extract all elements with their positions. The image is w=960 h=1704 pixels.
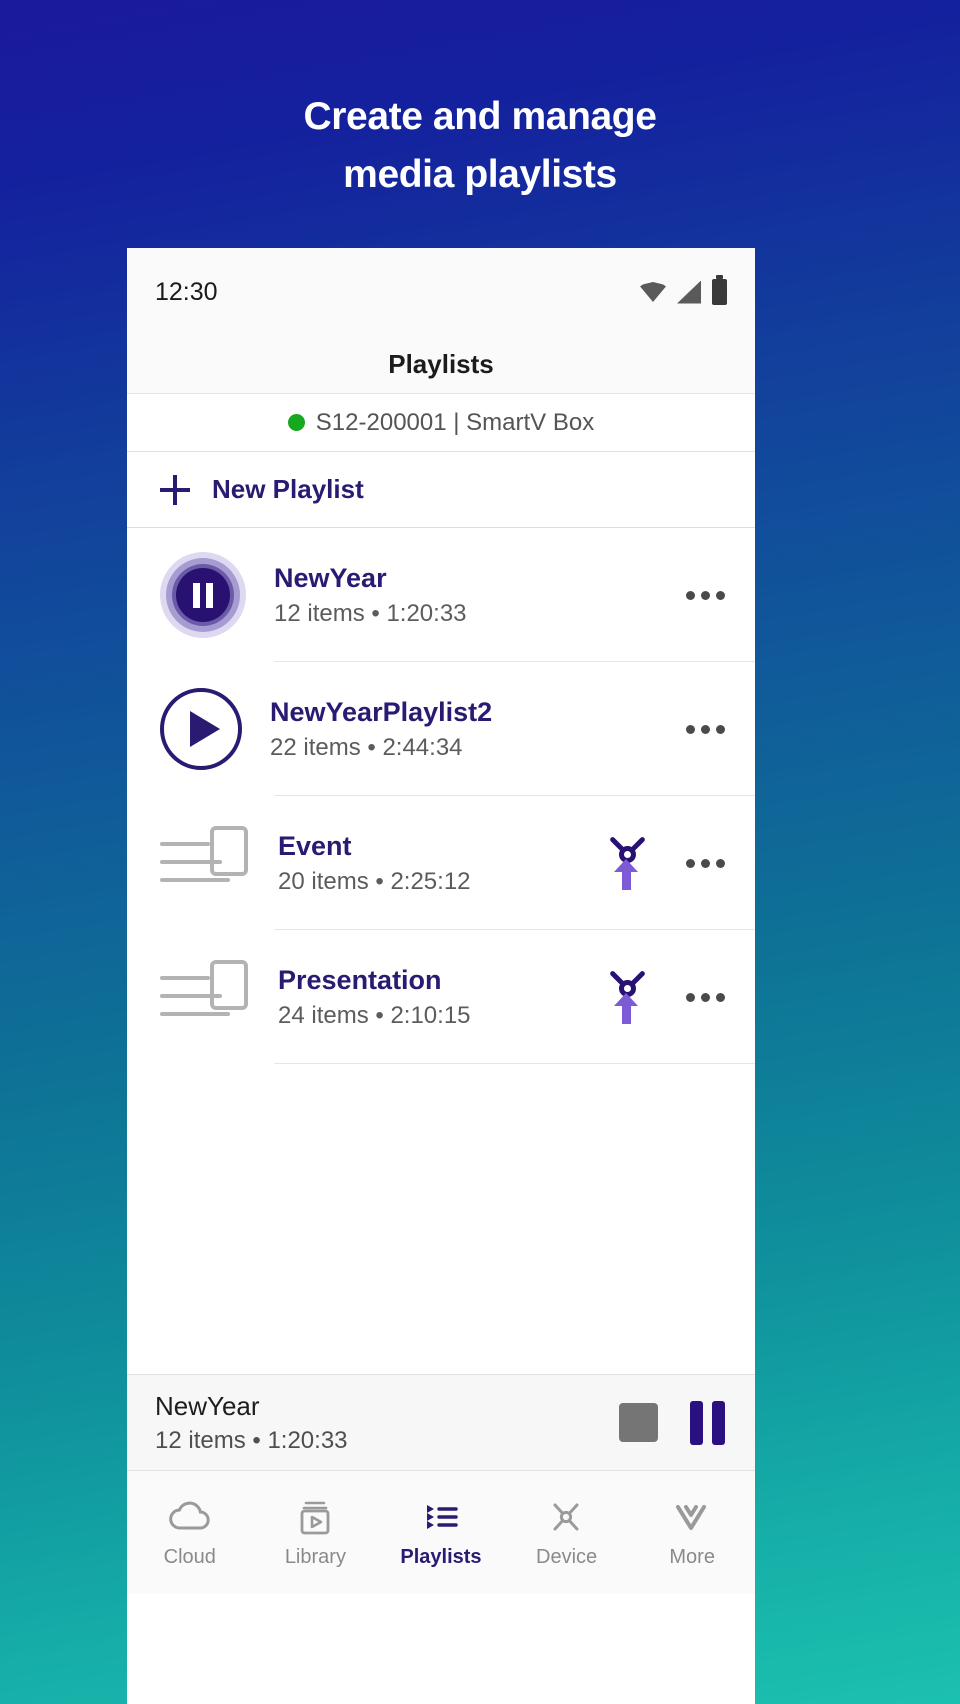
tab-label: Device — [536, 1545, 598, 1568]
play-circle-icon[interactable] — [160, 688, 242, 770]
status-bar: 12:30 — [127, 248, 755, 336]
plus-icon — [160, 474, 190, 505]
cloud-icon — [167, 1497, 213, 1537]
status-bar-icons — [640, 275, 727, 305]
playlist-row-newyearplaylist2[interactable]: NewYearPlaylist2 22 items • 2:44:34 — [127, 662, 755, 796]
device-icon — [544, 1497, 590, 1537]
bottom-tab-bar: Cloud Library Playlists Device More — [127, 1470, 755, 1594]
push-to-device-icon[interactable] — [600, 832, 654, 894]
playlist-meta: 24 items • 2:10:15 — [278, 1001, 471, 1029]
tab-label: Cloud — [163, 1545, 216, 1568]
overflow-menu-icon[interactable] — [676, 577, 735, 614]
page-title: Playlists — [388, 349, 494, 379]
phone-screen: 12:30 Playlists S12-200001 | SmartV Box … — [127, 248, 755, 1704]
device-playlist-icon — [160, 820, 250, 906]
push-to-device-icon[interactable] — [600, 966, 654, 1028]
playing-pause-icon[interactable] — [160, 552, 246, 638]
overflow-menu-icon[interactable] — [676, 845, 735, 882]
empty-list-space — [127, 1064, 755, 1374]
playlist-meta: 20 items • 2:25:12 — [278, 867, 471, 895]
overflow-menu-icon[interactable] — [676, 711, 735, 748]
playlist-row-presentation[interactable]: Presentation 24 items • 2:10:15 — [127, 930, 755, 1064]
promo-headline-line2: media playlists — [343, 153, 617, 196]
playlist-title: Event — [278, 830, 352, 861]
playlist-list: NewYear 12 items • 1:20:33 NewYearPlayli… — [127, 528, 755, 1064]
playlist-meta: 12 items • 1:20:33 — [274, 599, 467, 627]
playlist-info: NewYear 12 items • 1:20:33 — [274, 563, 676, 628]
stop-button[interactable] — [619, 1403, 658, 1442]
pause-button[interactable] — [690, 1400, 725, 1445]
tab-cloud[interactable]: Cloud — [127, 1497, 253, 1569]
chevron-double-down-icon — [669, 1497, 715, 1537]
device-playlist-icon — [160, 954, 250, 1040]
tab-label: Library — [284, 1545, 346, 1568]
playlist-row-newyear[interactable]: NewYear 12 items • 1:20:33 — [127, 528, 755, 662]
status-bar-time: 12:30 — [155, 277, 218, 306]
tab-playlists[interactable]: Playlists — [378, 1497, 504, 1569]
overflow-menu-icon[interactable] — [676, 979, 735, 1016]
now-playing-info: NewYear 12 items • 1:20:33 — [155, 1391, 619, 1455]
tab-more[interactable]: More — [629, 1497, 755, 1569]
playlist-row-event[interactable]: Event 20 items • 2:25:12 — [127, 796, 755, 930]
app-bar: Playlists — [127, 336, 755, 394]
playlist-info: Presentation 24 items • 2:10:15 — [278, 965, 600, 1030]
library-icon — [292, 1497, 338, 1537]
now-playing-bar[interactable]: NewYear 12 items • 1:20:33 — [127, 1374, 755, 1470]
wifi-icon — [640, 282, 666, 302]
playlist-icon — [418, 1497, 464, 1537]
now-playing-title: NewYear — [155, 1390, 260, 1421]
promo-headline: Create and manage media playlists — [0, 88, 960, 204]
connected-device-bar[interactable]: S12-200001 | SmartV Box — [127, 394, 755, 452]
row-divider — [274, 1063, 755, 1064]
tab-device[interactable]: Device — [504, 1497, 630, 1569]
tab-label: More — [669, 1545, 715, 1568]
online-status-dot — [287, 414, 305, 431]
playlist-title: NewYearPlaylist2 — [270, 696, 493, 727]
playlist-title: NewYear — [274, 562, 387, 593]
tab-library[interactable]: Library — [253, 1497, 379, 1569]
tab-label: Playlists — [400, 1545, 482, 1568]
now-playing-meta: 12 items • 1:20:33 — [155, 1426, 348, 1454]
playlist-info: NewYearPlaylist2 22 items • 2:44:34 — [270, 697, 676, 762]
new-playlist-label: New Playlist — [212, 474, 364, 504]
connected-device-name: S12-200001 | SmartV Box — [315, 408, 595, 436]
promo-headline-line1: Create and manage — [303, 95, 657, 138]
new-playlist-button[interactable]: New Playlist — [127, 452, 755, 528]
playlist-title: Presentation — [278, 964, 442, 995]
signal-icon — [677, 280, 701, 304]
battery-icon — [712, 275, 727, 305]
playlist-meta: 22 items • 2:44:34 — [270, 733, 463, 761]
playlist-info: Event 20 items • 2:25:12 — [278, 831, 600, 896]
